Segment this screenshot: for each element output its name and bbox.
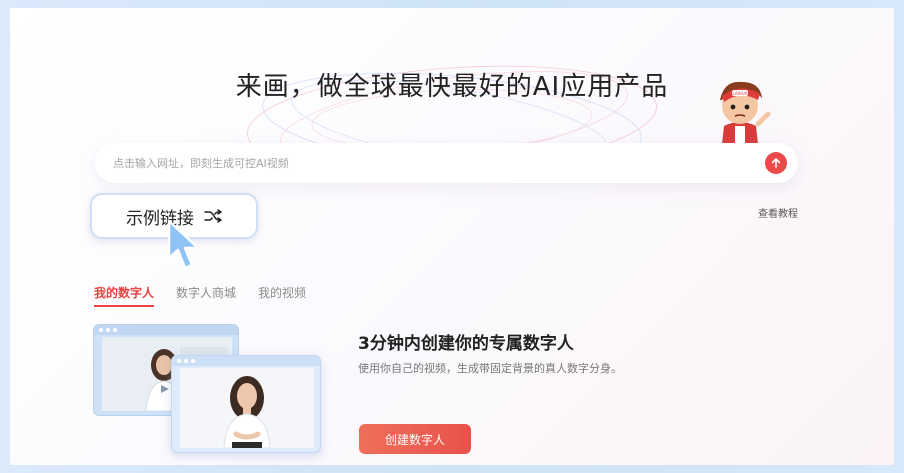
url-input[interactable] xyxy=(113,153,713,173)
preview-card-front xyxy=(171,355,321,453)
tab-my-digital-human[interactable]: 我的数字人 xyxy=(94,284,155,307)
mascot-hat-text: LAIHUA xyxy=(733,91,748,96)
tab-bar: 我的数字人 数字人商城 我的视频 xyxy=(94,284,306,307)
tab-digital-human-store[interactable]: 数字人商城 xyxy=(176,284,236,307)
view-tutorial-link[interactable]: 查看教程 xyxy=(758,205,798,220)
arrow-up-icon xyxy=(771,158,781,168)
shuffle-icon xyxy=(204,209,222,223)
presenter-image xyxy=(223,376,271,448)
mouse-cursor-icon xyxy=(167,219,200,270)
url-search-bar xyxy=(95,143,798,183)
mascot-image: LAIHUA xyxy=(718,81,771,147)
create-digital-human-button[interactable]: 创建数字人 xyxy=(359,424,471,454)
promo-title: 3分钟内创建你的专属数字人 xyxy=(358,334,574,354)
promo-description: 使用你自己的视频，生成带固定背景的真人数字分身。 xyxy=(358,362,622,375)
tab-my-videos[interactable]: 我的视频 xyxy=(258,284,306,307)
submit-button[interactable] xyxy=(765,152,787,174)
